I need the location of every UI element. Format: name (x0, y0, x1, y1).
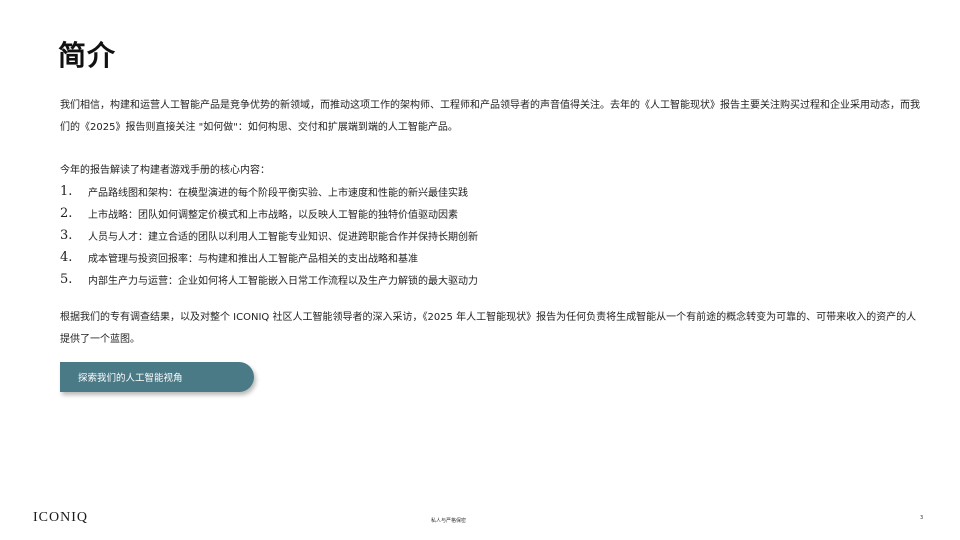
list-lead: 今年的报告解读了构建者游戏手册的核心内容： (60, 165, 270, 176)
list-item: 2. 上市战略：团队如何调整定价模式和上市战略，以反映人工智能的独特价值驱动因素 (60, 202, 478, 224)
confidentiality-notice: 私人与严格保密 (431, 518, 467, 524)
list-item: 5. 内部生产力与运营：企业如何将人工智能嵌入日常工作流程以及生产力解锁的最大驱… (60, 268, 478, 290)
list-item-text: 人员与人才：建立合适的团队以利用人工智能专业知识、促进跨职能合作并保持长期创新 (88, 231, 478, 243)
list-item-text: 内部生产力与运营：企业如何将人工智能嵌入日常工作流程以及生产力解锁的最大驱动力 (88, 275, 478, 287)
closing-paragraph: 根据我们的专有调查结果，以及对整个 ICONIQ 社区人工智能领导者的深入采访，… (60, 312, 917, 345)
explore-ai-perspective-button[interactable]: 探索我们的人工智能视角 (60, 362, 254, 392)
list-item: 3. 人员与人才：建立合适的团队以利用人工智能专业知识、促进跨职能合作并保持长期… (60, 224, 478, 246)
page-number: 3 (920, 515, 924, 521)
iconiq-logo: ICONIQ (33, 510, 88, 525)
list-item-text: 产品路线图和架构：在模型演进的每个阶段平衡实验、上市速度和性能的新兴最佳实践 (88, 187, 468, 199)
list-item: 4. 成本管理与投资回报率：与构建和推出人工智能产品相关的支出战略和基准 (60, 246, 478, 268)
core-content-list: 1. 产品路线图和架构：在模型演进的每个阶段平衡实验、上市速度和性能的新兴最佳实… (60, 180, 478, 290)
list-item-text: 上市战略：团队如何调整定价模式和上市战略，以反映人工智能的独特价值驱动因素 (88, 209, 458, 221)
intro-paragraph: 我们相信，构建和运营人工智能产品是竞争优势的新领域，而推动这项工作的架构师、工程… (60, 100, 920, 133)
list-item-number: 3. (60, 227, 73, 243)
list-item-number: 4. (60, 249, 73, 265)
list-item-number: 2. (60, 205, 73, 221)
list-item-text: 成本管理与投资回报率：与构建和推出人工智能产品相关的支出战略和基准 (88, 253, 418, 265)
list-item-number: 1. (60, 183, 73, 199)
list-item-number: 5. (60, 271, 73, 287)
cta-label: 探索我们的人工智能视角 (78, 373, 183, 384)
list-item: 1. 产品路线图和架构：在模型演进的每个阶段平衡实验、上市速度和性能的新兴最佳实… (60, 180, 478, 202)
page-title: 简介 (58, 39, 117, 72)
